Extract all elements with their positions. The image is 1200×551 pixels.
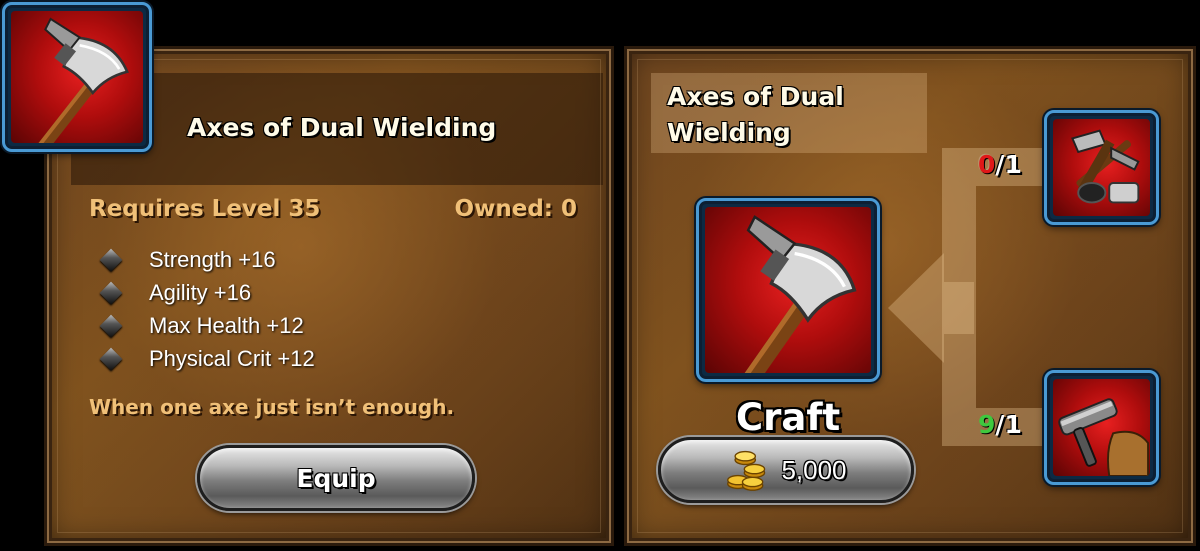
craft-result-slot[interactable] xyxy=(696,198,880,382)
material-slot[interactable] xyxy=(1044,110,1159,225)
material-slot[interactable] xyxy=(1044,370,1159,485)
bullet-diamond-icon xyxy=(99,314,123,337)
recipe-title-line: Wielding xyxy=(667,118,791,147)
hammer-icon xyxy=(1053,379,1150,476)
gold-coins-icon xyxy=(727,450,766,491)
tree-arrow xyxy=(888,253,944,363)
equip-button-label: Equip xyxy=(296,463,376,493)
stat-row: Max Health +12 xyxy=(99,309,315,342)
stat-text: Strength +16 xyxy=(149,246,276,272)
recipe-title: Axes of Dual Wielding xyxy=(667,79,897,151)
hammer-pick-icon xyxy=(1053,119,1150,216)
material-slash: / xyxy=(995,150,1005,179)
stat-row: Agility +16 xyxy=(99,276,315,309)
bullet-diamond-icon xyxy=(99,248,123,271)
dual-axe-icon xyxy=(11,11,143,143)
bullet-diamond-icon xyxy=(99,347,123,370)
material-slash: / xyxy=(995,410,1005,439)
craft-button[interactable]: 5,000 xyxy=(658,437,914,503)
required-level: Requires Level 35 xyxy=(89,196,321,222)
craft-cost: 5,000 xyxy=(781,454,847,485)
stats-list: Strength +16 Agility +16 Max Health +12 … xyxy=(99,243,315,375)
material-have: 9 xyxy=(978,410,996,439)
item-title: Axes of Dual Wielding xyxy=(187,113,497,142)
stat-row: Physical Crit +12 xyxy=(99,342,315,375)
flavor-text: When one axe just isn’t enough. xyxy=(89,395,455,419)
item-icon-frame[interactable] xyxy=(2,2,152,152)
stat-text: Max Health +12 xyxy=(149,312,304,338)
material-need: 1 xyxy=(1004,150,1022,179)
dual-axe-icon xyxy=(705,207,871,373)
stat-text: Agility +16 xyxy=(149,279,252,305)
owned-count: Owned: 0 xyxy=(454,196,577,222)
craft-label: Craft xyxy=(736,396,841,439)
tree-line xyxy=(942,186,976,408)
material-need: 1 xyxy=(1004,410,1022,439)
material-have: 0 xyxy=(978,150,996,179)
stat-text: Physical Crit +12 xyxy=(149,345,315,371)
stat-row: Strength +16 xyxy=(99,243,315,276)
recipe-title-line: Axes of Dual xyxy=(667,82,844,111)
material-count: 0/1 xyxy=(978,150,1022,179)
equip-button[interactable]: Equip xyxy=(197,445,475,511)
material-count: 9/1 xyxy=(978,410,1022,439)
bullet-diamond-icon xyxy=(99,281,123,304)
